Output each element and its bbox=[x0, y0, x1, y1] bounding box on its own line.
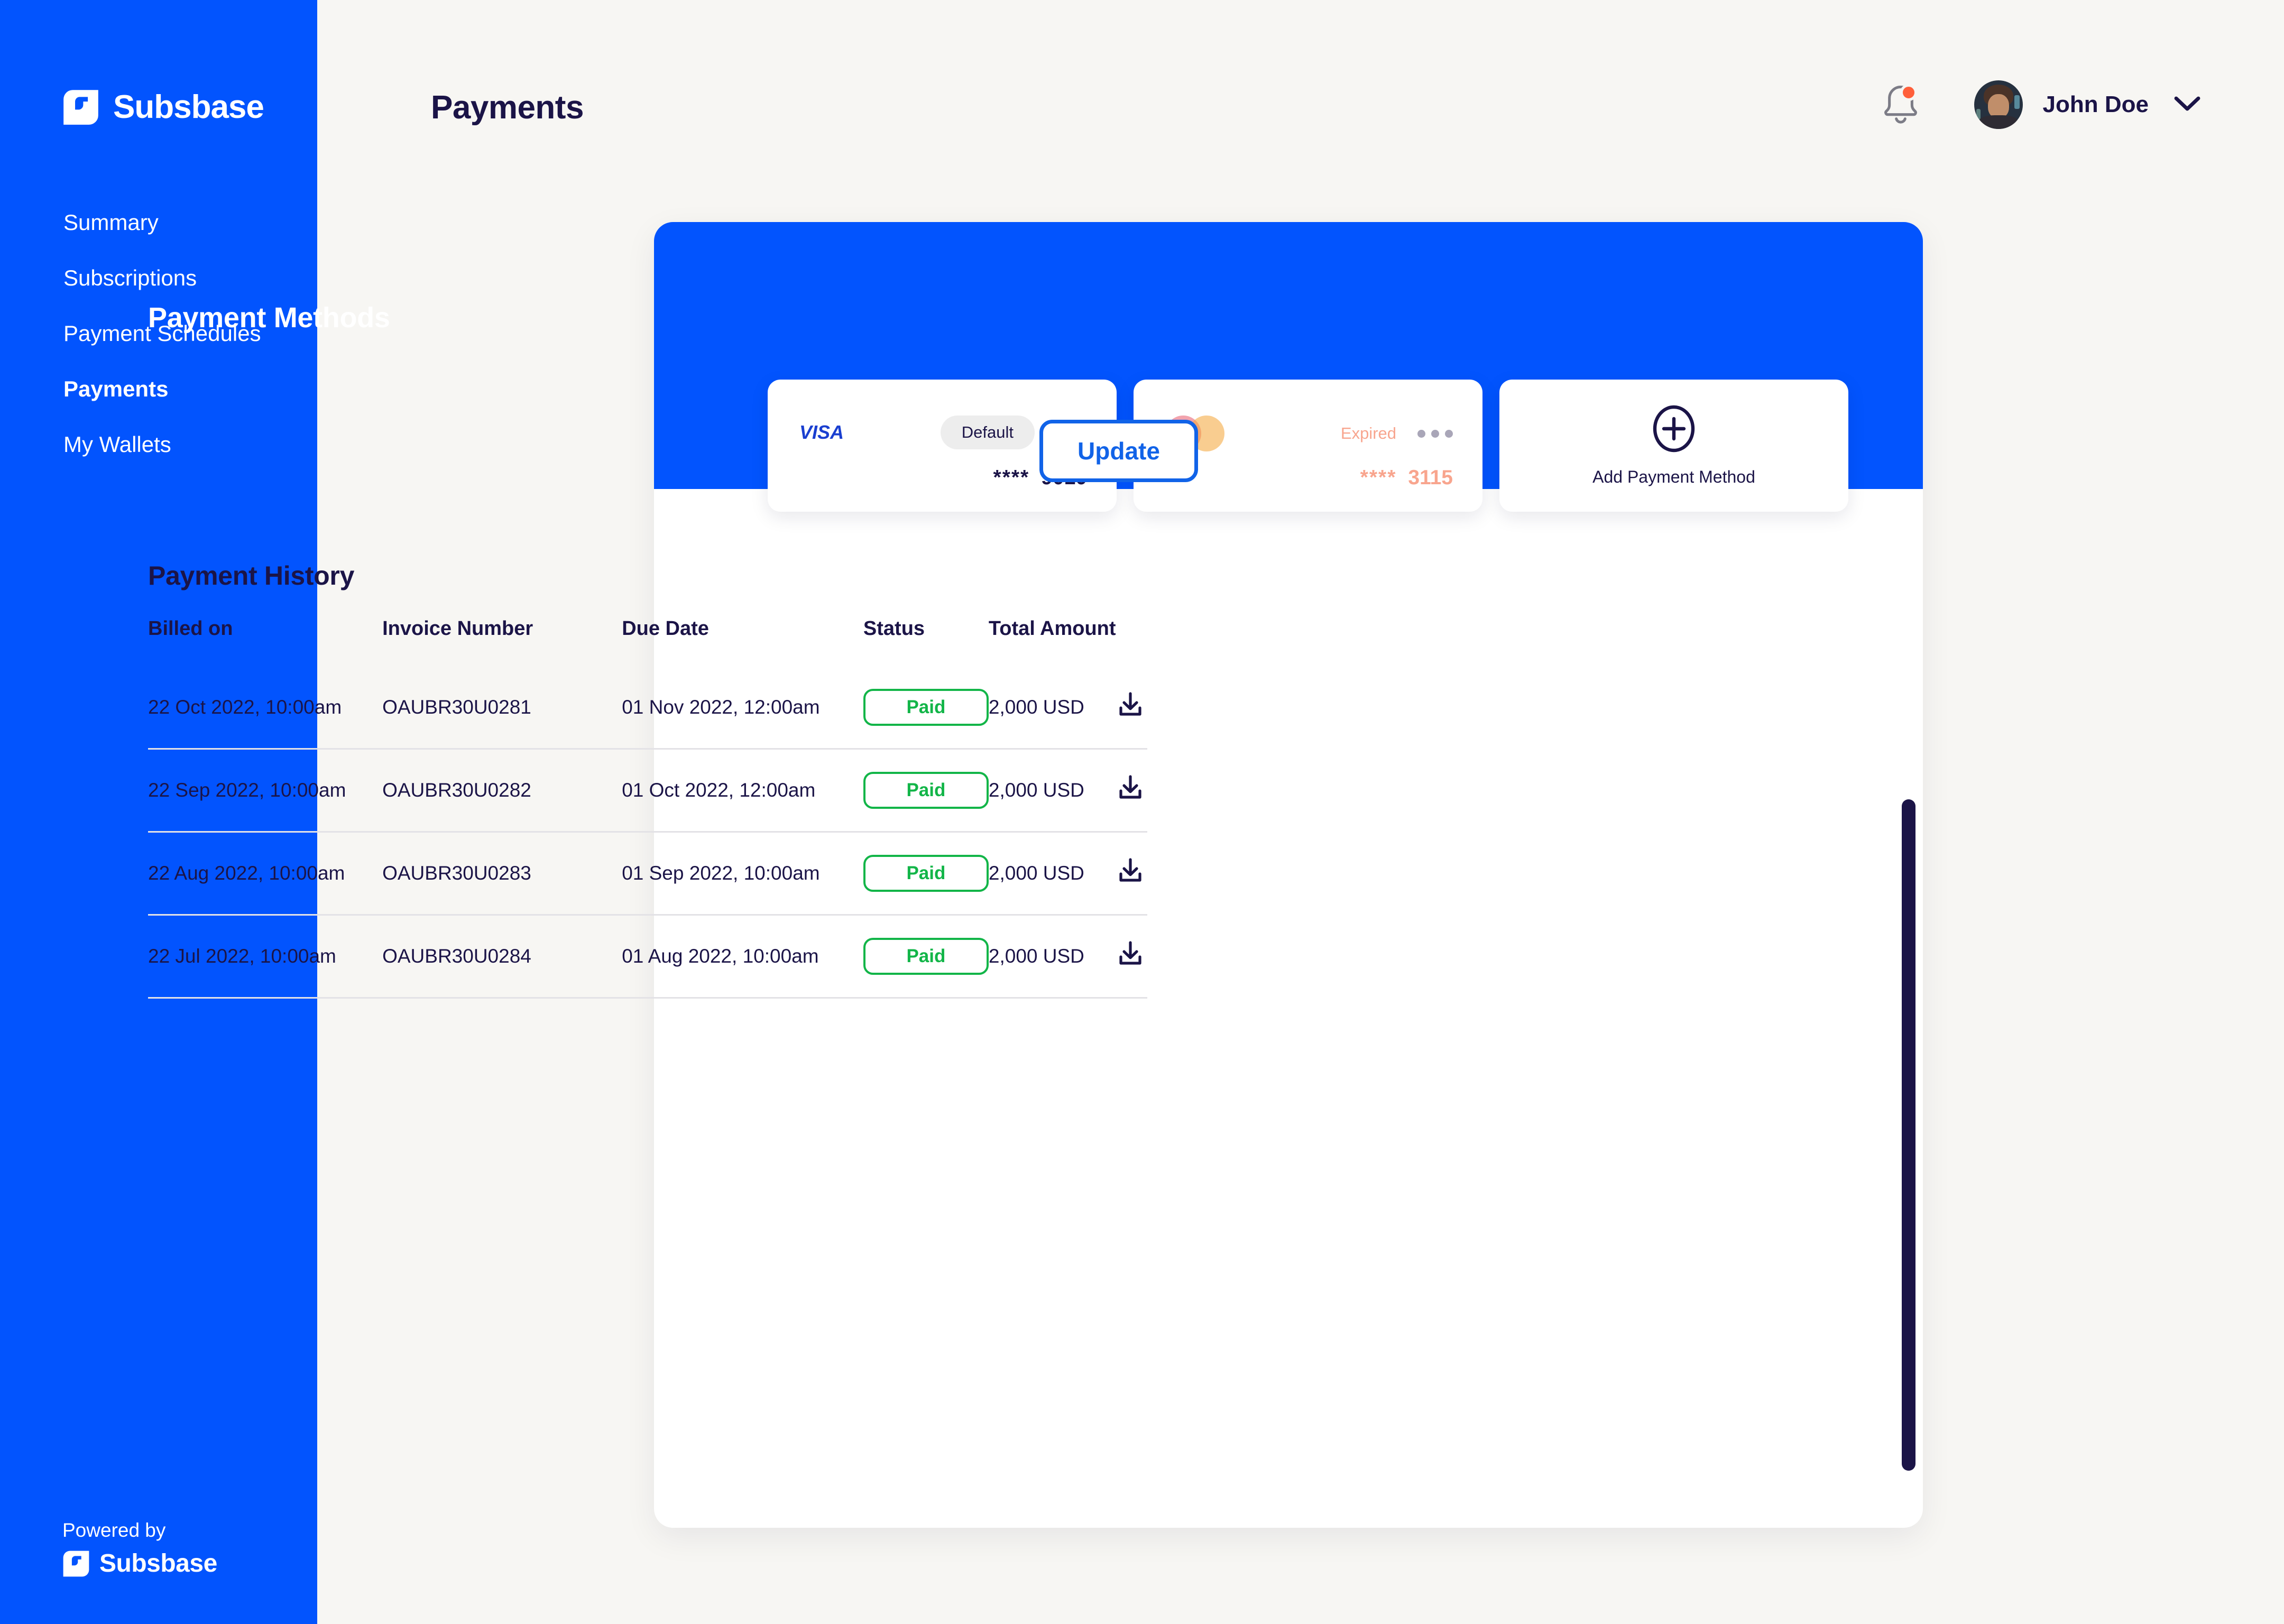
cell-status: Paid bbox=[863, 831, 989, 915]
column-header-download bbox=[1116, 617, 1147, 667]
cell-billed-on: 22 Aug 2022, 10:00am bbox=[148, 831, 383, 915]
card-mask: **** bbox=[993, 466, 1030, 489]
cell-invoice-number: OAUBR30U0282 bbox=[382, 748, 622, 832]
cell-billed-on: 22 Oct 2022, 10:00am bbox=[148, 696, 342, 718]
cell-download bbox=[1116, 667, 1147, 749]
cell-invoice-number: OAUBR30U0283 bbox=[382, 831, 622, 915]
card-badge-expired: Expired bbox=[1340, 424, 1396, 442]
payment-methods-title: Payment Methods bbox=[148, 302, 390, 334]
column-header-total-amount: Total Amount bbox=[988, 617, 1116, 640]
brand-name: Subsbase bbox=[113, 89, 264, 125]
cell-due-date: 01 Oct 2022, 12:00am bbox=[622, 748, 863, 832]
cell-download bbox=[1116, 748, 1147, 832]
panel-scroll-thumb[interactable] bbox=[1902, 799, 1915, 1471]
add-payment-method-label: Add Payment Method bbox=[1592, 467, 1755, 486]
cell-billed-on: 22 Jul 2022, 10:00am bbox=[148, 914, 383, 999]
payment-methods-list: VISA Default **** 9010 Expired **** 311 bbox=[768, 380, 1848, 512]
table-header-row: Billed on Invoice Number Due Date Status… bbox=[148, 617, 1147, 667]
column-header-due-date: Due Date bbox=[622, 617, 709, 640]
user-name[interactable]: John Doe bbox=[2043, 91, 2149, 118]
table-row[interactable]: 22 Oct 2022, 10:00am OAUBR30U0281 01 Nov… bbox=[148, 667, 1147, 749]
payment-history-table: Billed on Invoice Number Due Date Status… bbox=[148, 617, 1147, 999]
column-header-status: Status bbox=[863, 617, 925, 640]
status-badge: Paid bbox=[863, 772, 989, 809]
update-card-button[interactable]: Update bbox=[1039, 420, 1198, 482]
notification-button[interactable] bbox=[1880, 82, 1921, 127]
add-payment-method-card[interactable]: Add Payment Method bbox=[1499, 380, 1848, 512]
mastercard-card-number: **** 3115 bbox=[1360, 466, 1453, 490]
sidebar-item-summary[interactable]: Summary bbox=[63, 211, 296, 234]
card-badge-default: Default bbox=[940, 416, 1035, 449]
card-last4: 3115 bbox=[1408, 466, 1453, 489]
download-icon[interactable] bbox=[1116, 691, 1145, 719]
cell-total-amount: 2,000 USD bbox=[988, 696, 1084, 718]
card-mask: **** bbox=[1360, 466, 1397, 489]
cell-download bbox=[1116, 914, 1147, 999]
cell-invoice-number: OAUBR30U0281 bbox=[382, 696, 531, 718]
mastercard-top-row: Expired bbox=[1165, 416, 1453, 451]
avatar[interactable] bbox=[1974, 80, 2023, 129]
status-badge: Paid bbox=[863, 855, 989, 892]
download-icon[interactable] bbox=[1116, 940, 1145, 968]
page-title: Payments bbox=[431, 89, 584, 126]
chevron-down-icon[interactable] bbox=[2174, 96, 2200, 114]
subsbase-logo-icon bbox=[62, 1550, 90, 1577]
more-options-icon[interactable] bbox=[1417, 429, 1453, 438]
table-row[interactable]: 22 Aug 2022, 10:00am OAUBR30U0283 01 Sep… bbox=[148, 831, 1147, 915]
top-bar: Payments John Doe bbox=[317, 0, 2284, 211]
brand-logo[interactable]: Subsbase bbox=[62, 89, 264, 126]
payment-method-card-mastercard[interactable]: Expired **** 3115 Update bbox=[1039, 380, 1482, 512]
cell-due-date: 01 Sep 2022, 10:00am bbox=[622, 831, 863, 915]
powered-by-footer: Powered by Subsbase bbox=[62, 1519, 217, 1577]
powered-by-brand: Subsbase bbox=[99, 1549, 217, 1577]
cell-due-date: 01 Nov 2022, 12:00am bbox=[622, 696, 820, 718]
column-header-invoice-number: Invoice Number bbox=[382, 617, 533, 640]
sidebar-item-my-wallets[interactable]: My Wallets bbox=[63, 433, 296, 456]
payment-history-title: Payment History bbox=[148, 561, 355, 590]
cell-invoice-number: OAUBR30U0284 bbox=[382, 914, 622, 999]
download-icon[interactable] bbox=[1116, 774, 1145, 802]
cell-status: Paid bbox=[863, 748, 989, 832]
topbar-actions: John Doe bbox=[1880, 80, 2200, 129]
cell-billed-on: 22 Sep 2022, 10:00am bbox=[148, 748, 383, 832]
status-badge: Paid bbox=[863, 938, 989, 975]
powered-by-logo: Subsbase bbox=[62, 1550, 217, 1577]
sidebar-nav: Summary Subscriptions Payment Schedules … bbox=[63, 211, 296, 489]
cell-due-date: 01 Aug 2022, 10:00am bbox=[622, 914, 863, 999]
visa-logo-icon: VISA bbox=[799, 421, 863, 443]
cell-total-amount: 2,000 USD bbox=[988, 748, 1116, 832]
svg-text:VISA: VISA bbox=[799, 422, 844, 443]
sidebar-item-subscriptions[interactable]: Subscriptions bbox=[63, 267, 296, 289]
powered-by-label: Powered by bbox=[62, 1519, 166, 1541]
cell-status: Paid bbox=[863, 667, 989, 749]
column-header-billed-on: Billed on bbox=[148, 617, 233, 640]
plus-circle-icon bbox=[1652, 404, 1696, 456]
sidebar-item-payments[interactable]: Payments bbox=[63, 378, 296, 400]
cell-download bbox=[1116, 831, 1147, 915]
notification-dot bbox=[1900, 84, 1917, 101]
table-row[interactable]: 22 Sep 2022, 10:00am OAUBR30U0282 01 Oct… bbox=[148, 748, 1147, 832]
cell-status: Paid bbox=[863, 914, 989, 999]
status-badge: Paid bbox=[863, 689, 989, 726]
cell-total-amount: 2,000 USD bbox=[988, 914, 1116, 999]
cell-total-amount: 2,000 USD bbox=[988, 831, 1116, 915]
add-payment-method-button[interactable]: Add Payment Method bbox=[1499, 380, 1848, 512]
subsbase-logo-icon bbox=[62, 89, 99, 126]
table-row[interactable]: 22 Jul 2022, 10:00am OAUBR30U0284 01 Aug… bbox=[148, 914, 1147, 999]
download-icon[interactable] bbox=[1116, 857, 1145, 885]
